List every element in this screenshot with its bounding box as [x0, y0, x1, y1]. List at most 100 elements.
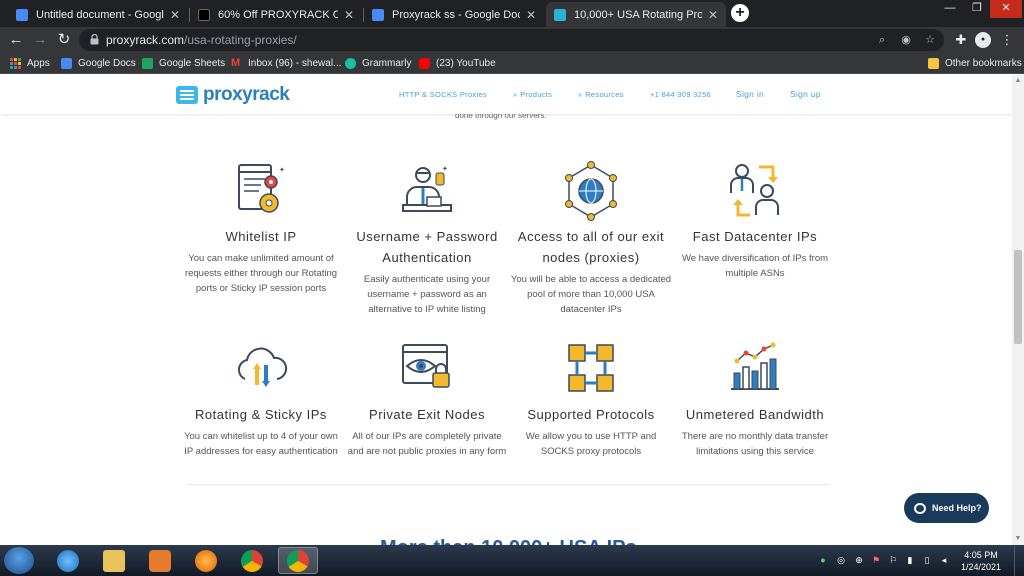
- feature-description: All of our IPs are completely private an…: [347, 431, 507, 457]
- proxyrack-favicon-icon: [554, 8, 566, 21]
- close-icon[interactable]: ✕: [708, 8, 718, 22]
- close-icon[interactable]: ✕: [344, 8, 354, 22]
- bookmark-label: Inbox (96) - shewal...: [248, 58, 342, 69]
- firefox-icon: [195, 549, 217, 572]
- feature-description: There are no monthly data transfer limit…: [681, 431, 829, 457]
- bookmark-gmail-inbox[interactable]: M Inbox (96) - shewal...: [231, 56, 341, 71]
- tab-proxyrack-coupons[interactable]: 60% Off PROXYRACK COUPONS ✕: [190, 2, 362, 27]
- feature-supported-protocols: Supported Protocols We allow you to use …: [506, 339, 676, 459]
- chevron-down-icon: »: [513, 92, 518, 99]
- google-docs-icon: [372, 8, 384, 21]
- google-sheets-icon: [142, 58, 153, 69]
- tray-volume-icon[interactable]: ◂: [938, 554, 950, 566]
- tray-flag-icon[interactable]: ⚑: [870, 554, 882, 566]
- feature-unmetered-bandwidth: Unmetered Bandwidth There are no monthly…: [670, 339, 840, 459]
- youtube-icon: [419, 58, 430, 69]
- profile-avatar[interactable]: ●: [975, 32, 991, 48]
- whitelist-gears-icon: ✦: [238, 164, 285, 213]
- user-exchange-icon: [730, 164, 779, 217]
- tray-network-icon[interactable]: ⚐: [887, 554, 899, 566]
- bookmark-apps[interactable]: Apps: [10, 56, 50, 71]
- close-icon[interactable]: ✕: [170, 8, 180, 22]
- nav-products[interactable]: » Products: [513, 90, 552, 99]
- feature-fast-datacenter: Fast Datacenter IPs We have diversificat…: [670, 161, 840, 281]
- minimize-button[interactable]: —: [938, 0, 962, 18]
- bookmark-youtube[interactable]: (23) YouTube: [419, 56, 496, 71]
- chevron-down-icon: »: [578, 92, 583, 99]
- start-button[interactable]: [4, 547, 34, 574]
- protocol-blocks-icon: [568, 344, 614, 392]
- bookmark-label: Grammarly: [362, 58, 412, 69]
- clock-time: 4:05 PM: [964, 550, 998, 560]
- taskbar-chrome[interactable]: [232, 547, 272, 574]
- coupon-site-icon: [198, 8, 210, 21]
- tray-security-icon[interactable]: ⊕: [853, 554, 865, 566]
- taskbar-clock[interactable]: 4:05 PM 1/24/2021: [955, 549, 1007, 573]
- site-header: proxyrack HTTP & SOCKS Proxies » Products…: [0, 75, 1012, 114]
- feature-description: We allow you to use HTTP and SOCKS proxy…: [525, 431, 657, 457]
- reload-icon[interactable]: ↻: [55, 31, 73, 49]
- forward-arrow-icon[interactable]: →: [31, 31, 49, 49]
- back-arrow-icon[interactable]: ←: [7, 31, 25, 49]
- taskbar-internet-explorer[interactable]: [48, 547, 88, 574]
- url-path: /usa-rotating-proxies/: [184, 33, 297, 47]
- browser-toolbar: ← → ↻ proxyrack.com/usa-rotating-proxies…: [0, 27, 1024, 53]
- tab-untitled-document[interactable]: Untitled document - Google Doc ✕: [8, 2, 188, 27]
- need-help-button[interactable]: Need Help?: [904, 493, 989, 523]
- url-domain: proxyrack.com: [106, 33, 185, 47]
- page-scrollbar[interactable]: ▲ ▼: [1012, 75, 1024, 545]
- address-bar[interactable]: proxyrack.com/usa-rotating-proxies/ ⌕ ◉ …: [79, 29, 944, 51]
- eye-off-icon[interactable]: ◉: [898, 32, 914, 48]
- scrollbar-thumb[interactable]: [1014, 250, 1022, 344]
- taskbar-chrome-active[interactable]: [278, 547, 318, 574]
- nav-resources[interactable]: » Resources: [578, 90, 624, 99]
- bookmark-google-docs[interactable]: Google Docs: [61, 56, 136, 71]
- taskbar-file-explorer[interactable]: [94, 547, 134, 574]
- tab-title: 10,000+ USA Rotating Proxies w: [574, 8, 702, 21]
- eye-lock-icon: [402, 344, 450, 388]
- nav-http-socks[interactable]: HTTP & SOCKS Proxies: [399, 90, 487, 99]
- tray-battery-icon[interactable]: ▯: [921, 554, 933, 566]
- close-icon[interactable]: ✕: [526, 8, 536, 22]
- proxyrack-logo[interactable]: proxyrack: [176, 84, 290, 106]
- tab-proxyrack-ss[interactable]: Proxyrack ss - Google Docs ✕: [364, 2, 544, 27]
- nav-label: Resources: [585, 90, 624, 99]
- windows-taskbar: ● ◎ ⊕ ⚑ ⚐ ▮ ▯ ◂ 4:05 PM 1/24/2021: [0, 545, 1024, 576]
- google-docs-icon: [61, 58, 72, 69]
- scroll-up-arrow-icon[interactable]: ▲: [1012, 75, 1024, 87]
- taskbar-media-player[interactable]: [140, 547, 180, 574]
- tab-title: 60% Off PROXYRACK COUPONS: [218, 8, 338, 21]
- bookmark-google-sheets[interactable]: Google Sheets: [142, 56, 225, 71]
- bookmark-label: (23) YouTube: [436, 58, 496, 69]
- zoom-icon[interactable]: ⌕: [874, 32, 890, 48]
- close-window-button[interactable]: ✕: [990, 0, 1022, 18]
- nav-sign-up[interactable]: Sign up: [790, 89, 821, 99]
- tray-app-icon[interactable]: ●: [817, 554, 829, 566]
- nav-sign-in[interactable]: Sign in: [736, 89, 764, 99]
- bookmark-other[interactable]: Other bookmarks: [928, 56, 1022, 71]
- svg-text:✦: ✦: [279, 166, 285, 174]
- nav-phone[interactable]: +1 844 309 3256: [650, 90, 711, 99]
- show-desktop-button[interactable]: [1014, 545, 1024, 576]
- tray-signal-icon[interactable]: ▮: [904, 554, 916, 566]
- taskbar-firefox[interactable]: [186, 547, 226, 574]
- menu-dots-icon[interactable]: ⋮: [998, 31, 1016, 49]
- gmail-icon: M: [231, 57, 241, 69]
- feature-description: You can make unlimited amount of request…: [184, 253, 338, 294]
- section-divider: [186, 484, 829, 485]
- svg-text:✦: ✦: [442, 165, 448, 173]
- tray-settings-icon[interactable]: ◎: [835, 554, 847, 566]
- scroll-down-arrow-icon[interactable]: ▼: [1012, 533, 1024, 545]
- maximize-button[interactable]: ❐: [965, 0, 989, 18]
- bookmark-grammarly[interactable]: Grammarly: [345, 56, 411, 71]
- folder-icon: [103, 549, 125, 572]
- new-tab-button[interactable]: +: [731, 4, 749, 22]
- extensions-puzzle-icon[interactable]: ✚: [952, 31, 970, 49]
- feature-exit-nodes: Access to all of our exit nodes (proxies…: [506, 161, 676, 317]
- tab-usa-rotating-proxies[interactable]: 10,000+ USA Rotating Proxies w ✕: [546, 2, 726, 27]
- internet-explorer-icon: [57, 549, 79, 572]
- chat-bubble-icon: [914, 502, 926, 514]
- bookmark-star-icon[interactable]: ☆: [922, 32, 938, 48]
- feature-description: You can whitelist up to 4 of your own IP…: [184, 431, 338, 457]
- feature-title: Access to all of our exit nodes (proxies…: [517, 229, 665, 265]
